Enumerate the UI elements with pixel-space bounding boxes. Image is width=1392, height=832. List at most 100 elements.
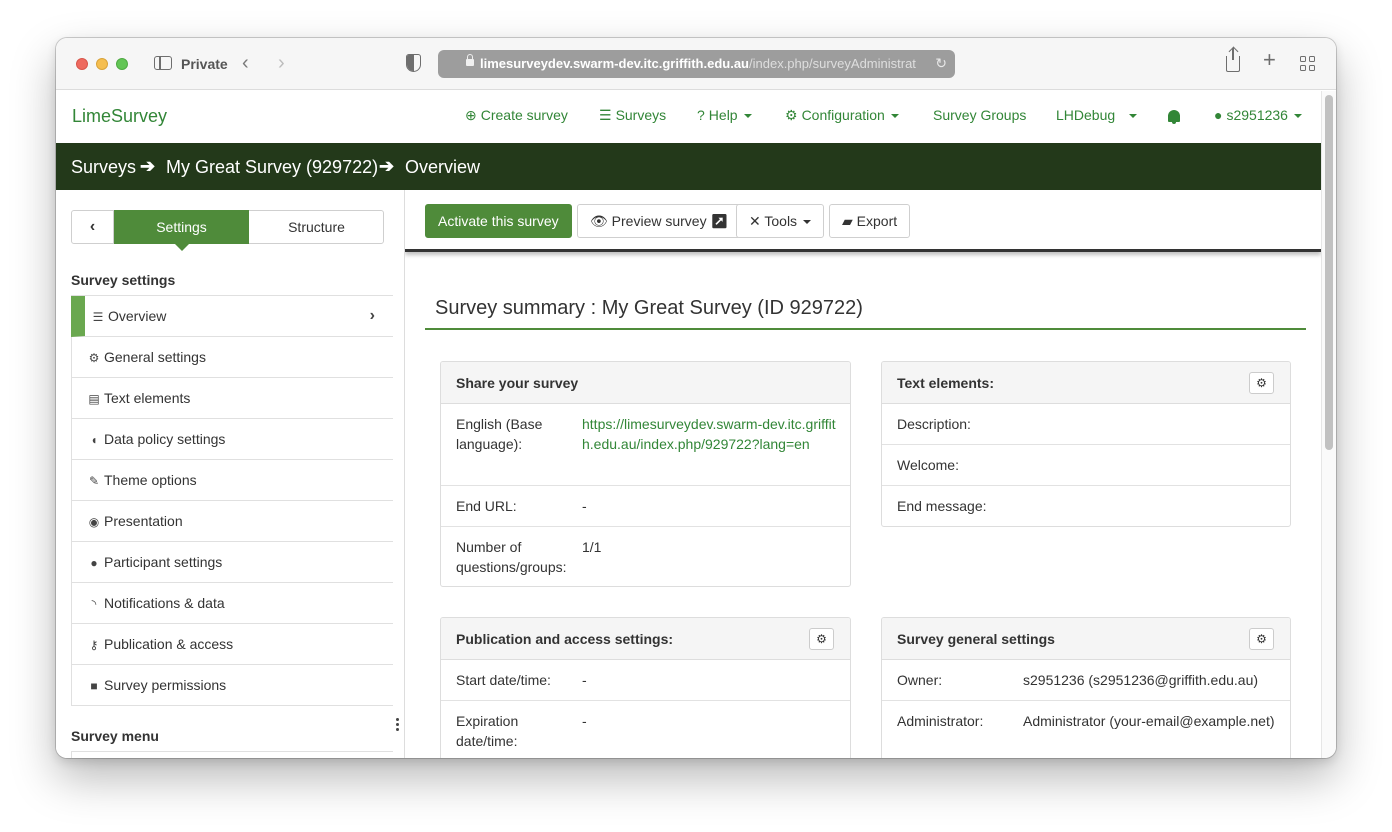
url-path: /index.php/surveyAdministrat	[749, 56, 916, 71]
folder-open-icon: ▰	[842, 213, 857, 229]
sidebar: ‹ Settings Structure Survey settings ☰ Ov…	[56, 190, 394, 758]
lhdebug-label: LHDebug	[1056, 107, 1116, 123]
key-icon: ⚷	[89, 638, 99, 652]
row-key: Description:	[897, 416, 971, 432]
sidebar-item-participant-settings[interactable]: ● Participant settings	[71, 542, 393, 583]
tab-structure[interactable]: Structure	[249, 211, 384, 243]
caret-down-icon	[743, 114, 752, 119]
table-row: Administrator: Administrator (your-email…	[882, 701, 1290, 742]
survey-menu-list	[71, 751, 393, 758]
cogs-icon: ⚙	[88, 351, 100, 365]
row-value: 1/1	[582, 539, 602, 555]
share-icon[interactable]	[1226, 48, 1240, 72]
scrollbar-thumb[interactable]	[1325, 95, 1333, 450]
surveys-link[interactable]: ☰ Surveys	[599, 107, 666, 124]
sidebar-item-presentation[interactable]: ◉ Presentation	[71, 501, 393, 542]
lock-icon: ■	[90, 679, 98, 693]
configuration-menu[interactable]: ⚙ Configuration	[785, 107, 899, 124]
address-bar[interactable]: limesurveydev.swarm-dev.itc.griffith.edu…	[438, 50, 955, 78]
privacy-shield-icon[interactable]	[406, 54, 421, 72]
sidebar-item-theme-options[interactable]: ✎ Theme options	[71, 460, 393, 501]
text-elements-panel: Text elements: ⚙ Description: Welcome: En…	[881, 361, 1291, 527]
tab-settings[interactable]: Settings	[114, 210, 249, 251]
user-menu[interactable]: ● s2951236	[1214, 107, 1302, 123]
lock-icon	[466, 54, 474, 66]
sidebar-item-label: Publication & access	[104, 636, 234, 652]
sidebar-item-data-policy[interactable]: ◖ Data policy settings	[71, 419, 393, 460]
app-content: LimeSurvey ⊕ Create survey ☰ Surveys ? Help…	[56, 91, 1321, 758]
sidebar-toggle-icon[interactable]	[154, 56, 172, 70]
sidebar-item-label: Presentation	[104, 513, 183, 529]
forward-arrow-icon[interactable]: ›	[278, 53, 285, 73]
tab-overview-icon[interactable]	[1300, 56, 1316, 72]
lhdebug-menu[interactable]: LHDebug	[1056, 107, 1138, 123]
rss-icon: ◝	[91, 597, 97, 611]
sidebar-item-permissions[interactable]: ■ Survey permissions	[71, 665, 393, 706]
gear-icon[interactable]: ⚙	[1249, 372, 1274, 394]
configuration-label: Configuration	[801, 107, 885, 123]
survey-general-settings-panel: Survey general settings ⚙ Owner: s2951236…	[881, 617, 1291, 758]
main-content: Activate this survey 👁 Preview survey ↗ …	[405, 190, 1321, 758]
user-label: s2951236	[1226, 107, 1288, 123]
panel-title: Text elements:	[897, 375, 994, 391]
row-key: End URL:	[456, 498, 517, 514]
tools-menu-button[interactable]: ✕ Tools	[736, 204, 825, 238]
sidebar-item-general-settings[interactable]: ⚙ General settings	[71, 337, 393, 378]
survey-groups-link[interactable]: Survey Groups	[933, 107, 1026, 123]
list-icon: ☰	[599, 107, 612, 123]
gear-icon[interactable]: ⚙	[809, 628, 834, 650]
chevron-right-icon: ›	[369, 307, 375, 324]
preview-survey-button[interactable]: 👁 Preview survey ↗	[577, 204, 742, 238]
sidebar-item-text-elements[interactable]: ▤ Text elements	[71, 378, 393, 419]
panel-title: Publication and access settings:	[456, 631, 674, 647]
list-icon: ☰	[92, 310, 104, 324]
sidebar-splitter[interactable]	[393, 190, 405, 758]
url-host: limesurveydev.swarm-dev.itc.griffith.edu…	[480, 56, 749, 71]
sidebar-item-overview[interactable]: ☰ Overview ›	[71, 296, 393, 337]
row-key: Expiration date/time:	[456, 713, 519, 749]
gear-icon[interactable]: ⚙	[1249, 628, 1274, 650]
bell-icon[interactable]	[1168, 110, 1180, 124]
sidebar-item-label: Overview	[108, 308, 167, 324]
drag-handle-icon[interactable]	[396, 718, 400, 733]
share-survey-panel: Share your survey English (Base language…	[440, 361, 851, 587]
export-button[interactable]: ▰ Export	[829, 204, 911, 238]
brand-logo[interactable]: LimeSurvey	[72, 106, 167, 127]
breadcrumb-surveys[interactable]: Surveys	[71, 157, 136, 178]
sidebar-item-publication[interactable]: ⚷ Publication & access	[71, 624, 393, 665]
row-key: Administrator:	[897, 713, 984, 729]
help-menu[interactable]: ? Help	[697, 107, 752, 123]
surveys-label: Surveys	[615, 107, 667, 123]
close-window-button[interactable]	[76, 58, 88, 70]
tools-label: Tools	[764, 213, 798, 229]
row-key: Number of questions/groups:	[456, 539, 567, 575]
shield-icon: ◖	[90, 433, 98, 447]
export-label: Export	[856, 213, 898, 229]
row-key: English (Base language):	[456, 416, 543, 452]
sidebar-item-label: Participant settings	[104, 554, 223, 570]
page-scrollbar[interactable]	[1321, 91, 1336, 758]
survey-settings-heading: Survey settings	[71, 272, 176, 288]
zoom-window-button[interactable]	[116, 58, 128, 70]
cogs-icon: ⚙	[785, 107, 798, 123]
create-survey-link[interactable]: ⊕ Create survey	[465, 107, 568, 124]
table-row: Description:	[882, 404, 1290, 445]
panel-header: Text elements: ⚙	[882, 362, 1290, 404]
question-circle-icon: ?	[697, 107, 705, 123]
url-text: limesurveydev.swarm-dev.itc.griffith.edu…	[480, 56, 920, 71]
help-label: Help	[708, 107, 738, 123]
sidebar-item-label: Theme options	[104, 472, 197, 488]
minimize-window-button[interactable]	[96, 58, 108, 70]
back-arrow-icon[interactable]: ‹	[242, 53, 249, 73]
preview-label: Preview survey	[611, 213, 707, 229]
collapse-sidebar-button[interactable]: ‹	[72, 211, 114, 243]
survey-groups-label: Survey Groups	[933, 107, 1027, 123]
table-row: End URL: -	[441, 486, 850, 527]
survey-url-link[interactable]: https://limesurveydev.swarm-dev.itc.grif…	[582, 414, 844, 454]
caret-down-icon	[803, 220, 812, 225]
new-tab-icon[interactable]: +	[1263, 49, 1276, 71]
breadcrumb-survey[interactable]: My Great Survey (929722)	[166, 157, 378, 178]
reload-icon[interactable]: ↻	[935, 55, 947, 72]
sidebar-item-notifications[interactable]: ◝ Notifications & data	[71, 583, 393, 624]
activate-survey-button[interactable]: Activate this survey	[425, 204, 572, 238]
